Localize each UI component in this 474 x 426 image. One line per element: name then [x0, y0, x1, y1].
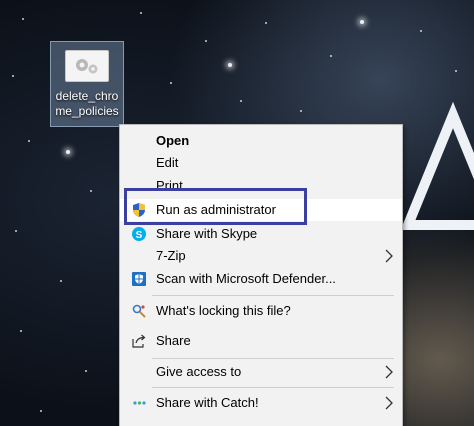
menu-item-label: Give access to: [156, 364, 242, 379]
star: [140, 12, 142, 14]
menu-item-scan-defender[interactable]: Scan with Microsoft Defender...: [120, 268, 402, 290]
menu-item-label: Share with Skype: [156, 226, 258, 241]
menu-item-7zip[interactable]: 7-Zip: [120, 245, 402, 267]
menu-separator: [152, 358, 394, 359]
menu-item-give-access-to[interactable]: Give access to: [120, 361, 402, 383]
defender-shield-icon: [131, 271, 147, 287]
menu-separator: [152, 387, 394, 388]
star: [85, 370, 87, 372]
desktop-background: delete_chrome_policies Open Edit Print R…: [0, 0, 474, 426]
star: [90, 190, 92, 192]
star: [420, 30, 422, 32]
star: [330, 55, 332, 57]
menu-item-print[interactable]: Print: [120, 175, 402, 191]
batch-file-gear-icon: [65, 50, 109, 82]
star: [170, 82, 172, 84]
chevron-right-icon: [384, 248, 394, 264]
catch-dots-icon: [131, 395, 147, 411]
star: [12, 75, 14, 77]
menu-item-run-as-administrator[interactable]: Run as administrator: [120, 199, 402, 221]
context-menu: Open Edit Print Run as administrator S S…: [119, 124, 403, 426]
menu-item-label: Share with Catch!: [156, 395, 259, 410]
menu-item-label: Open: [156, 133, 190, 148]
menu-item-label: Print: [156, 178, 183, 191]
menu-item-label: What's locking this file?: [156, 303, 291, 318]
star: [20, 330, 22, 332]
desktop-file-icon[interactable]: delete_chrome_policies: [50, 41, 124, 127]
menu-item-label: Scan with Microsoft Defender...: [156, 271, 336, 286]
star: [240, 100, 242, 102]
menu-item-whats-locking[interactable]: What's locking this file?: [120, 300, 402, 322]
star: [360, 20, 364, 24]
star: [205, 40, 207, 42]
menu-item-label: Run as administrator: [156, 202, 276, 217]
menu-item-label: Share: [156, 333, 191, 348]
star: [60, 280, 62, 282]
star: [300, 110, 302, 112]
star: [22, 18, 24, 20]
share-icon: [131, 333, 147, 349]
skype-icon: S: [131, 226, 147, 242]
star: [228, 63, 232, 67]
star: [40, 410, 42, 412]
svg-text:S: S: [136, 230, 143, 241]
menu-item-share-with-skype[interactable]: S Share with Skype: [120, 223, 402, 245]
file-name-label: delete_chrome_policies: [55, 89, 119, 118]
menu-item-label: 7-Zip: [156, 248, 186, 263]
menu-item-share-with-catch[interactable]: Share with Catch!: [120, 392, 402, 414]
star: [455, 70, 457, 72]
menu-item-open[interactable]: Open: [120, 130, 402, 152]
background-triangle-shape: [398, 95, 474, 235]
menu-item-label: Edit: [156, 155, 179, 170]
menu-item-edit[interactable]: Edit: [120, 152, 402, 174]
menu-separator: [152, 295, 394, 296]
chevron-right-icon: [384, 395, 394, 411]
chevron-right-icon: [384, 364, 394, 380]
lock-search-icon: [131, 303, 147, 319]
star: [265, 22, 267, 24]
star: [28, 140, 30, 142]
uac-shield-icon: [131, 202, 147, 218]
star: [66, 150, 70, 154]
star: [15, 230, 17, 232]
menu-item-share[interactable]: Share: [120, 330, 402, 352]
